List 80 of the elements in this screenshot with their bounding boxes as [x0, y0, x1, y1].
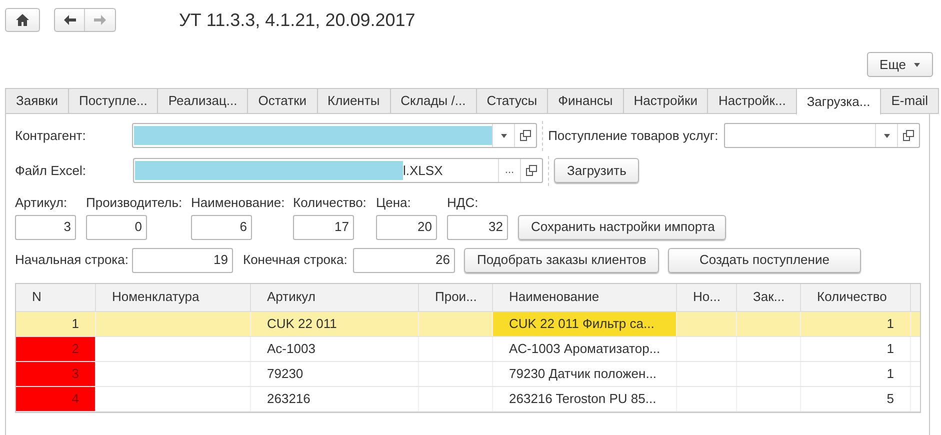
field-label: Поступление товаров услуг:: [548, 126, 718, 145]
number-field[interactable]: 20: [376, 214, 437, 240]
receipt-field[interactable]: [724, 123, 920, 148]
field-label: НДС:: [447, 194, 480, 212]
field-label: Артикул:: [15, 194, 68, 212]
open-window-icon: [520, 130, 532, 141]
browse-button[interactable]: ...: [498, 159, 520, 182]
action-button[interactable]: Сохранить настройки импорта: [518, 214, 726, 240]
column-header[interactable]: Наименование: [493, 284, 677, 310]
number-field[interactable]: 32: [447, 214, 508, 240]
action-button[interactable]: Загрузить: [554, 158, 640, 183]
column-header[interactable]: N: [16, 284, 96, 310]
back-arrow-icon: [64, 15, 76, 25]
home-icon: [16, 14, 29, 26]
column-header[interactable]: Прои...: [419, 284, 493, 310]
field-label: Количество:: [293, 194, 368, 212]
open-window-icon: [903, 130, 914, 141]
more-button[interactable]: Еще: [866, 52, 933, 77]
number-field[interactable]: 0: [86, 214, 147, 240]
table-cell: CUK 22 011: [251, 312, 419, 336]
tab[interactable]: E-mail: [880, 88, 940, 114]
table-cell: 79230 Датчик положен...: [493, 362, 677, 386]
action-button[interactable]: Подобрать заказы клиентов: [464, 248, 659, 272]
tab[interactable]: Заявки: [5, 88, 69, 114]
table-row[interactable]: 2 Ac-1003 AC-1003 Ароматизатор... 1: [16, 336, 920, 362]
tab[interactable]: Загрузка...: [796, 88, 882, 115]
number-field[interactable]: 3: [15, 214, 76, 240]
open-window-icon: [526, 165, 537, 176]
tab[interactable]: Склады /...: [390, 88, 477, 114]
forward-arrow-icon: [94, 15, 106, 25]
table-cell: 1: [801, 336, 911, 360]
action-button[interactable]: Создать поступление: [668, 248, 861, 272]
file-name: l.XLSX: [403, 162, 444, 180]
table-row[interactable]: 3 79230 79230 Датчик положен... 1: [16, 362, 920, 386]
tab[interactable]: Статусы: [476, 88, 548, 114]
column-header[interactable]: Количество: [801, 284, 911, 310]
column-header[interactable]: Номенклатура: [96, 284, 251, 310]
table-cell: 1: [801, 362, 911, 386]
tab[interactable]: Реализац...: [157, 88, 248, 114]
field-label: Контрагент:: [15, 126, 87, 145]
number-field[interactable]: 6: [191, 214, 252, 240]
field-label: Конечная строка:: [243, 251, 348, 270]
column-header[interactable]: Зак...: [737, 284, 801, 310]
column-header[interactable]: Артикул: [251, 284, 419, 310]
table-cell: 1: [16, 312, 96, 336]
table-cell: 3: [16, 362, 96, 386]
number-field[interactable]: 26: [353, 248, 455, 272]
field-label: Производитель:: [86, 194, 184, 212]
table-cell: AC-1003 Ароматизатор...: [493, 336, 677, 360]
column-header[interactable]: Но...: [677, 284, 737, 310]
home-button[interactable]: [5, 8, 40, 32]
tab[interactable]: Остатки: [247, 88, 318, 114]
tab[interactable]: Финансы: [547, 88, 624, 114]
tab[interactable]: Поступле...: [68, 88, 158, 114]
table-cell: 1: [801, 312, 911, 336]
tab[interactable]: Клиенты: [316, 88, 391, 114]
field-label: Цена:: [376, 194, 412, 212]
counterparty-field[interactable]: [132, 123, 538, 148]
file-field[interactable]: l.XLSX ...: [133, 158, 543, 183]
number-field[interactable]: 17: [293, 214, 354, 240]
number-field[interactable]: 19: [132, 248, 233, 272]
window-title: УТ 11.3.3, 4.1.21, 20.09.2017: [179, 8, 416, 32]
table-cell: 4: [16, 386, 96, 410]
table-cell: 2: [16, 336, 96, 360]
table-row[interactable]: 4 263216 263216 Teroston PU 85... 5: [16, 386, 920, 412]
tab[interactable]: Настройк...: [707, 88, 797, 114]
table-cell: CUK 22 011 Фильтр са...: [493, 312, 677, 336]
table-cell: 263216 Teroston PU 85...: [493, 386, 677, 410]
field-label: Начальная строка:: [15, 251, 130, 270]
table-cell: Ac-1003: [251, 336, 419, 360]
tab[interactable]: Настройки: [622, 88, 708, 114]
field-label: Файл Excel:: [15, 162, 87, 180]
table-row[interactable]: 1 CUK 22 011 CUK 22 011 Фильтр са... 1: [16, 312, 920, 336]
table-cell: 5: [801, 386, 911, 410]
table-cell: 79230: [251, 362, 419, 386]
caret-icon: [884, 134, 890, 138]
caret-icon: [500, 134, 507, 138]
field-label: Наименование:: [191, 194, 286, 212]
caret-icon: [914, 62, 920, 66]
table-cell: 263216: [251, 386, 419, 410]
